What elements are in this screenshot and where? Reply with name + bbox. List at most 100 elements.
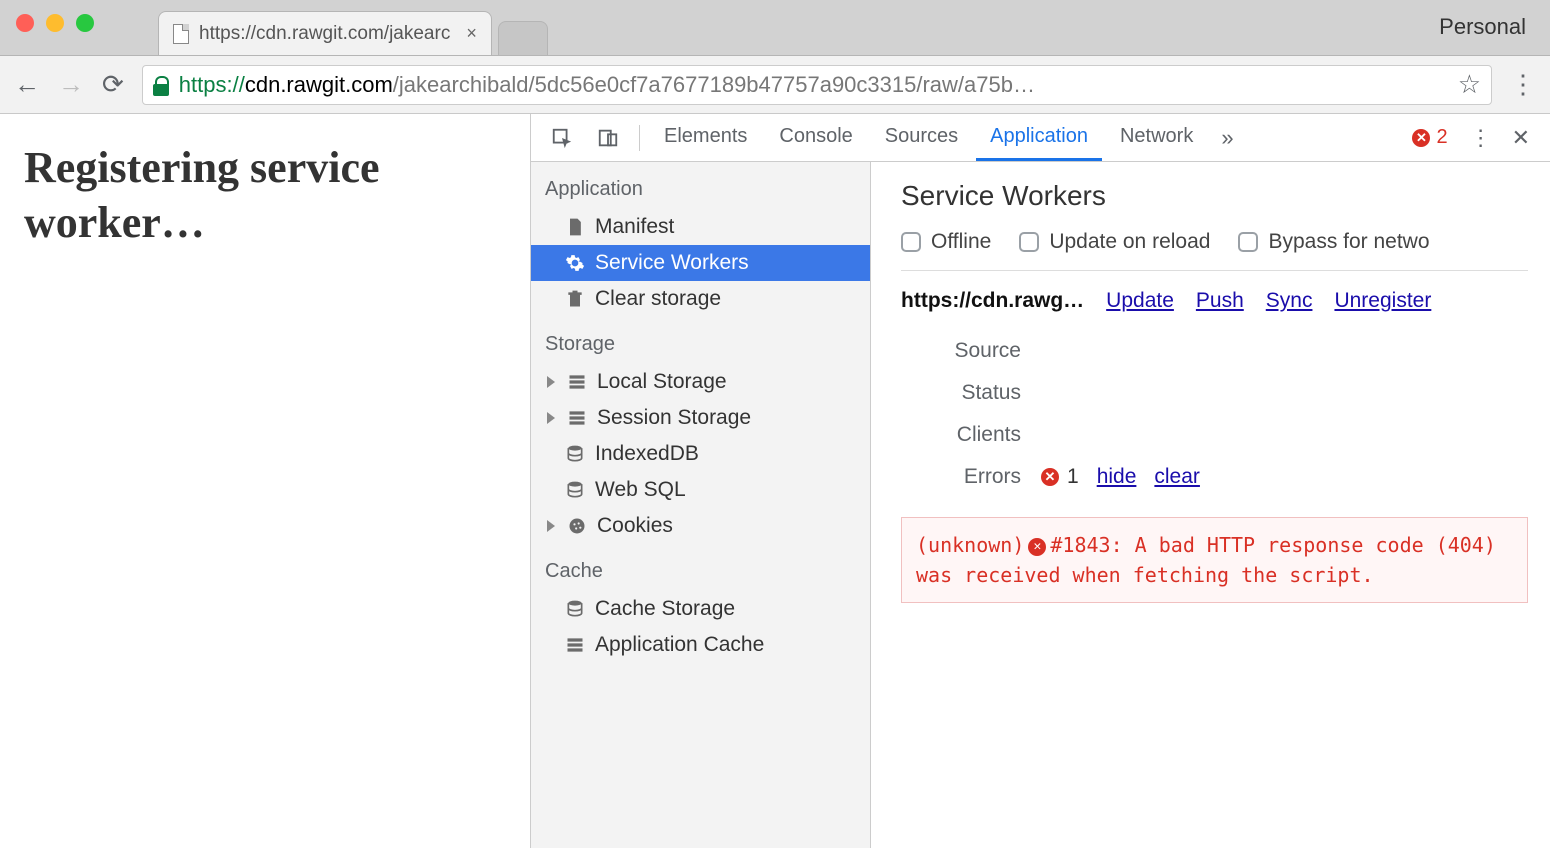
devtools-menu-button[interactable]: ⋮ [1460, 125, 1502, 151]
sidebar-item-service-workers[interactable]: Service Workers [531, 245, 870, 281]
separator [639, 125, 640, 151]
sidebar-group-application: Application [531, 162, 870, 209]
error-count: 2 [1436, 126, 1447, 149]
unregister-link[interactable]: Unregister [1334, 289, 1431, 313]
devtools-tabbar: Elements Console Sources Application Net… [531, 114, 1550, 162]
reload-button[interactable]: ⟳ [102, 69, 124, 100]
devtools: Elements Console Sources Application Net… [530, 114, 1550, 848]
table-icon [565, 635, 585, 655]
file-icon [173, 24, 189, 44]
profile-label[interactable]: Personal [1439, 14, 1526, 40]
devtools-more-tabs-icon[interactable]: » [1211, 125, 1243, 151]
sidebar-item-session-storage[interactable]: Session Storage [531, 400, 870, 436]
browser-tab-strip: https://cdn.rawgit.com/jakearc × Persona… [0, 0, 1550, 56]
browser-tab[interactable]: https://cdn.rawgit.com/jakearc × [158, 11, 492, 55]
update-link[interactable]: Update [1106, 289, 1174, 313]
page-heading: Registering service worker… [24, 140, 506, 250]
devtools-tab-application[interactable]: Application [976, 114, 1102, 161]
devtools-close-button[interactable]: ✕ [1506, 125, 1540, 151]
page-content: Registering service worker… [0, 114, 530, 848]
window-close-button[interactable] [16, 14, 34, 32]
sidebar-item-label: Web SQL [595, 478, 686, 502]
sidebar-item-label: Cookies [597, 514, 673, 538]
push-link[interactable]: Push [1196, 289, 1244, 313]
url-domain: cdn.rawgit.com [245, 72, 393, 98]
sidebar-item-websql[interactable]: Web SQL [531, 472, 870, 508]
browser-menu-button[interactable]: ⋮ [1510, 69, 1536, 100]
sidebar-item-label: Local Storage [597, 370, 727, 394]
sidebar-item-clear-storage[interactable]: Clear storage [531, 281, 870, 317]
error-source: (unknown) [916, 533, 1024, 557]
sidebar-item-label: Clear storage [595, 287, 721, 311]
checkbox-icon [1238, 232, 1258, 252]
error-message-box: (unknown)✕#1843: A bad HTTP response cod… [901, 517, 1528, 603]
window-zoom-button[interactable] [76, 14, 94, 32]
disclosure-triangle-icon[interactable] [547, 412, 555, 424]
sidebar-item-local-storage[interactable]: Local Storage [531, 364, 870, 400]
disclosure-triangle-icon[interactable] [547, 376, 555, 388]
offline-checkbox[interactable]: Offline [901, 230, 991, 254]
panel-title: Service Workers [901, 180, 1528, 212]
update-on-reload-checkbox[interactable]: Update on reload [1019, 230, 1210, 254]
devtools-tab-console[interactable]: Console [765, 114, 866, 161]
back-button[interactable]: ← [14, 69, 40, 100]
window-minimize-button[interactable] [46, 14, 64, 32]
device-toolbar-icon[interactable] [587, 114, 629, 161]
table-icon [567, 372, 587, 392]
sidebar-group-storage: Storage [531, 317, 870, 364]
trash-icon [565, 289, 585, 309]
cookie-icon [567, 516, 587, 536]
error-icon: ✕ [1412, 129, 1430, 147]
address-bar[interactable]: https://cdn.rawgit.com/jakearchibald/5dc… [142, 65, 1492, 105]
info-grid: Source Status Clients Errors ✕ 1 hide cl… [901, 319, 1528, 493]
errors-hide-link[interactable]: hide [1097, 465, 1137, 489]
service-workers-panel: Service Workers Offline Update on reload… [871, 162, 1550, 848]
devtools-tab-sources[interactable]: Sources [871, 114, 972, 161]
status-label: Status [901, 381, 1041, 405]
toolbar: ← → ⟳ https://cdn.rawgit.com/jakearchiba… [0, 56, 1550, 114]
error-icon: ✕ [1028, 538, 1046, 556]
gear-icon [565, 253, 585, 273]
sidebar-item-indexeddb[interactable]: IndexedDB [531, 436, 870, 472]
sidebar-item-cookies[interactable]: Cookies [531, 508, 870, 544]
bypass-label: Bypass for netwo [1268, 230, 1429, 254]
lock-icon [153, 76, 169, 94]
forward-button[interactable]: → [58, 69, 84, 100]
sidebar-item-manifest[interactable]: Manifest [531, 209, 870, 245]
sidebar-item-label: IndexedDB [595, 442, 699, 466]
window-controls [16, 14, 94, 32]
sidebar-item-cache-storage[interactable]: Cache Storage [531, 591, 870, 627]
sidebar-item-label: Cache Storage [595, 597, 735, 621]
inspect-element-icon[interactable] [541, 114, 583, 161]
sidebar-item-label: Manifest [595, 215, 674, 239]
sync-link[interactable]: Sync [1266, 289, 1313, 313]
sidebar-group-cache: Cache [531, 544, 870, 591]
checkbox-icon [1019, 232, 1039, 252]
new-tab-button[interactable] [498, 21, 548, 55]
checkbox-icon [901, 232, 921, 252]
database-icon [565, 599, 585, 619]
origin-label: https://cdn.rawg… [901, 289, 1084, 313]
bypass-network-checkbox[interactable]: Bypass for netwo [1238, 230, 1429, 254]
database-icon [565, 444, 585, 464]
scope-row: https://cdn.rawg… Update Push Sync Unreg… [901, 271, 1528, 319]
disclosure-triangle-icon[interactable] [547, 520, 555, 532]
errors-clear-link[interactable]: clear [1154, 465, 1200, 489]
options-row: Offline Update on reload Bypass for netw… [901, 230, 1528, 271]
bookmark-star-icon[interactable]: ☆ [1458, 69, 1481, 100]
clients-label: Clients [901, 423, 1041, 447]
devtools-tab-network[interactable]: Network [1106, 114, 1207, 161]
url-path: /jakearchibald/5dc56e0cf7a7677189b47757a… [393, 72, 1035, 98]
table-icon [567, 408, 587, 428]
sidebar-item-label: Service Workers [595, 251, 749, 275]
error-count-badge[interactable]: ✕ 2 [1404, 126, 1455, 149]
source-label: Source [901, 339, 1041, 363]
offline-label: Offline [931, 230, 991, 254]
sidebar-item-application-cache[interactable]: Application Cache [531, 627, 870, 663]
errors-value: ✕ 1 hide clear [1041, 465, 1528, 489]
devtools-tab-elements[interactable]: Elements [650, 114, 761, 161]
sidebar-item-label: Session Storage [597, 406, 751, 430]
errors-count: 1 [1067, 465, 1079, 489]
tab-title: https://cdn.rawgit.com/jakearc [199, 23, 450, 45]
tab-close-button[interactable]: × [466, 23, 477, 44]
